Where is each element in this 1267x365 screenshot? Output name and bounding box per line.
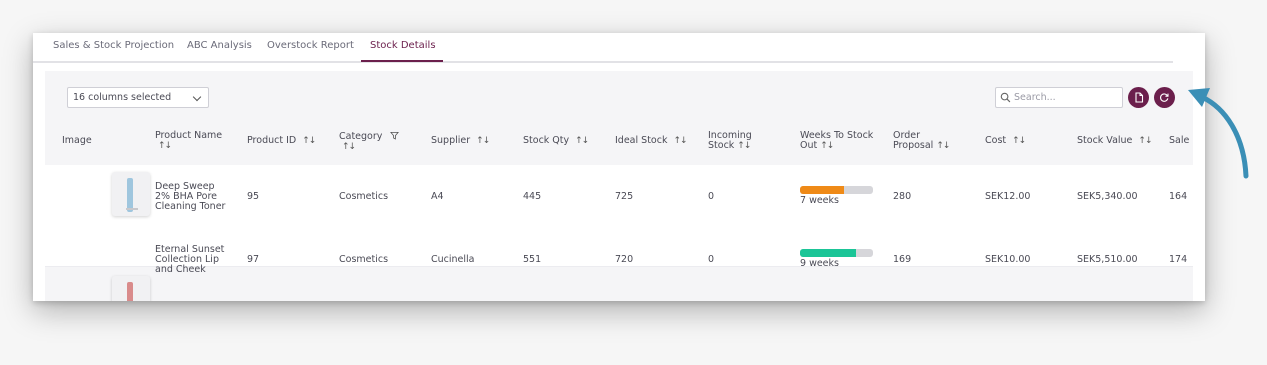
refresh-icon — [1160, 93, 1169, 102]
active-tab-indicator — [361, 60, 443, 62]
tab-sales-stock-projection[interactable]: Sales & Stock Projection — [53, 40, 174, 51]
search-box — [995, 87, 1123, 108]
col-header-stock-value[interactable]: Stock Value ↑↓ — [1077, 136, 1153, 147]
cell-product-id: 95 — [247, 191, 260, 202]
chevron-down-icon — [192, 92, 202, 102]
cell-weeks-label: 9 weeks — [800, 258, 839, 269]
document-icon — [1134, 92, 1143, 103]
callout-arrow-icon — [1188, 88, 1249, 179]
col-header-cost[interactable]: Cost ↑↓ — [985, 136, 1026, 147]
tab-overstock-report[interactable]: Overstock Report — [267, 40, 354, 51]
cell-supplier: A4 — [431, 191, 444, 202]
search-icon — [1000, 92, 1011, 103]
app-window: Sales & Stock Projection ABC Analysis Ov… — [33, 33, 1205, 301]
report-tabs: Sales & Stock Projection ABC Analysis Ov… — [33, 33, 1173, 63]
cell-product-id: 97 — [247, 254, 260, 265]
col-header-product-id[interactable]: Product ID ↑↓ — [247, 136, 316, 147]
sort-icon[interactable]: ↑↓ — [476, 136, 490, 146]
columns-selector[interactable]: 16 columns selected — [67, 87, 209, 108]
cell-order-proposal: 280 — [893, 191, 912, 202]
table-row[interactable]: Deep Sweep 2% BHA Pore Cleaning Toner — [155, 182, 225, 212]
cell-stock-qty: 551 — [523, 254, 542, 265]
sort-icon[interactable]: ↑↓ — [1012, 136, 1026, 146]
stock-details-panel: 16 columns selected Image Produc — [45, 71, 1193, 301]
tab-abc-analysis[interactable]: ABC Analysis — [187, 40, 252, 51]
cell-supplier: Cucinella — [431, 254, 475, 265]
cell-sales: 174 — [1169, 254, 1188, 265]
filter-icon[interactable] — [390, 131, 400, 140]
sort-icon[interactable]: ↑↓ — [820, 141, 834, 151]
product-image — [112, 172, 150, 216]
sort-icon[interactable]: ↑↓ — [737, 141, 751, 151]
weeks-progress-fill-row-1 — [800, 249, 857, 257]
sort-icon[interactable]: ↑↓ — [575, 136, 589, 146]
col-header-stock-qty[interactable]: Stock Qty ↑↓ — [523, 136, 589, 147]
cell-sales: 164 — [1169, 191, 1188, 202]
cell-weeks-label: 7 weeks — [800, 195, 839, 206]
col-header-ideal-stock[interactable]: Ideal Stock ↑↓ — [615, 136, 688, 147]
sort-icon[interactable]: ↑↓ — [158, 141, 172, 151]
cell-category: Cosmetics — [339, 254, 389, 265]
cell-stock-value: SEK5,510.00 — [1077, 254, 1138, 265]
cell-ideal-stock: 725 — [615, 191, 634, 202]
col-header-product-name[interactable]: Product Name ↑↓ — [155, 131, 222, 152]
refresh-button[interactable] — [1154, 87, 1175, 108]
cell-order-proposal: 169 — [893, 254, 912, 265]
sort-icon[interactable]: ↑↓ — [936, 141, 950, 151]
sort-icon[interactable]: ↑↓ — [302, 136, 316, 146]
search-input[interactable] — [1014, 90, 1118, 105]
col-header-category[interactable]: Category ↑↓ — [339, 131, 400, 152]
weeks-progress-fill-row-0 — [800, 186, 844, 194]
sort-icon[interactable]: ↑↓ — [1138, 136, 1152, 146]
sort-icon[interactable]: ↑↓ — [342, 142, 356, 152]
columns-selector-label: 16 columns selected — [73, 92, 172, 103]
cell-cost: SEK10.00 — [985, 254, 1031, 265]
tab-stock-details[interactable]: Stock Details — [370, 40, 436, 51]
weeks-progress-bar — [800, 186, 873, 194]
col-header-supplier[interactable]: Supplier ↑↓ — [431, 136, 490, 147]
product-thumb-row-0 — [127, 178, 133, 212]
col-header-image: Image — [62, 135, 92, 146]
cell-stock-value: SEK5,340.00 — [1077, 191, 1138, 202]
export-button[interactable] — [1128, 87, 1149, 108]
cell-ideal-stock: 720 — [615, 254, 634, 265]
col-header-order-proposal[interactable]: Order Proposal ↑↓ — [893, 131, 950, 152]
col-header-weeks-to-stock-out[interactable]: Weeks To Stock Out ↑↓ — [800, 131, 873, 152]
cell-cost: SEK12.00 — [985, 191, 1031, 202]
weeks-progress-bar — [800, 249, 873, 257]
sort-icon[interactable]: ↑↓ — [673, 136, 687, 146]
cell-category: Cosmetics — [339, 191, 389, 202]
product-image — [112, 276, 150, 301]
cell-incoming-stock: 0 — [708, 191, 715, 202]
cell-stock-qty: 445 — [523, 191, 542, 202]
col-header-incoming-stock[interactable]: Incoming Stock ↑↓ — [708, 131, 752, 152]
product-thumb-row-1 — [127, 282, 133, 301]
table-row[interactable]: Eternal Sunset Collection Lip and Cheek — [155, 245, 224, 275]
cell-incoming-stock: 0 — [708, 254, 715, 265]
